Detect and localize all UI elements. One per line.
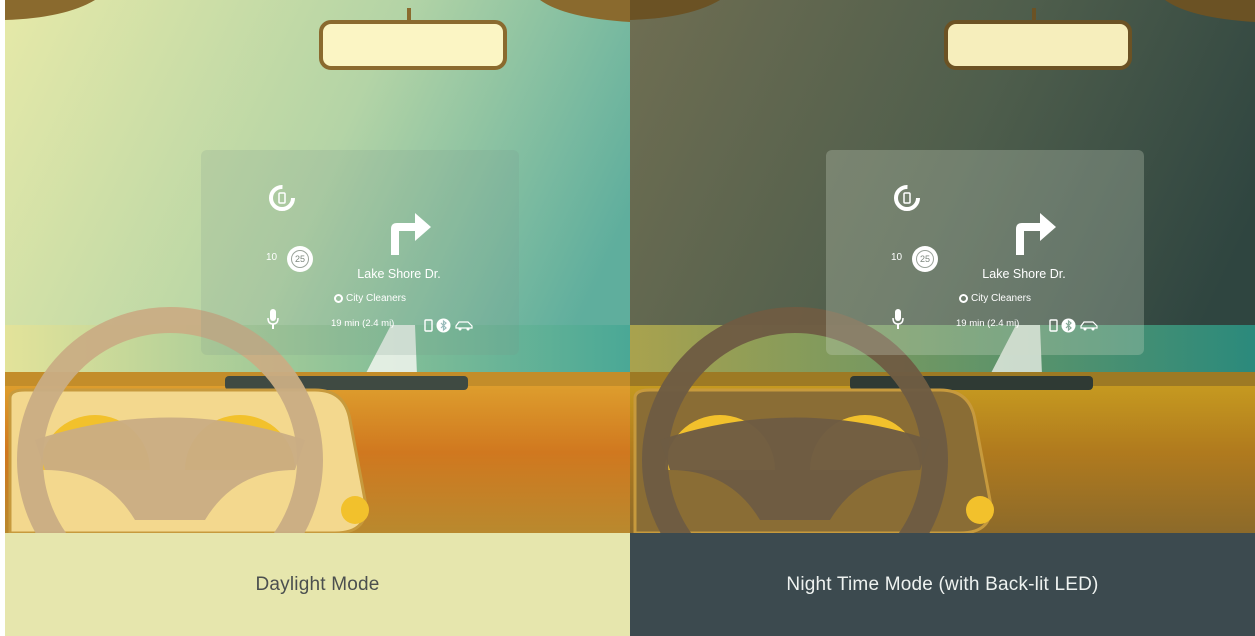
status-icons bbox=[1049, 318, 1099, 333]
night-panel: 10 25 Lake Shore Dr. City Cleaners 19 mi… bbox=[630, 0, 1255, 636]
street-name: Lake Shore Dr. bbox=[982, 267, 1066, 281]
location-pin-icon bbox=[333, 294, 343, 303]
fuel-gauge-icon bbox=[894, 185, 920, 211]
turn-right-arrow-icon bbox=[1016, 213, 1056, 255]
car-icon bbox=[1080, 321, 1098, 331]
eta-text: 19 min (2.4 mi) bbox=[956, 318, 1020, 329]
bluetooth-icon bbox=[1061, 318, 1076, 333]
current-speed: 10 bbox=[891, 252, 903, 263]
status-icons bbox=[424, 318, 474, 333]
microphone-icon bbox=[892, 309, 904, 329]
night-caption: Night Time Mode (with Back-lit LED) bbox=[630, 533, 1255, 636]
windshield-vent bbox=[225, 376, 468, 390]
hud-display: 10 25 Lake Shore Dr. City Cleaners 19 mi… bbox=[201, 150, 519, 355]
street-name: Lake Shore Dr. bbox=[357, 267, 441, 281]
windshield-vent bbox=[850, 376, 1093, 390]
phone-icon bbox=[1049, 319, 1058, 332]
current-speed: 10 bbox=[266, 252, 278, 263]
phone-icon bbox=[424, 319, 433, 332]
comparison-stage: 10 25 Lake Shore Dr. City Cleaners 19 mi… bbox=[0, 0, 1255, 636]
hud-display: 10 25 Lake Shore Dr. City Cleaners 19 mi… bbox=[826, 150, 1144, 355]
microphone-icon bbox=[267, 309, 279, 329]
turn-right-arrow-icon bbox=[391, 213, 431, 255]
destination-label: City Cleaners bbox=[345, 293, 407, 304]
destination: City Cleaners bbox=[826, 293, 1144, 304]
destination: City Cleaners bbox=[201, 293, 519, 304]
bluetooth-icon bbox=[436, 318, 451, 333]
rearview-mirror bbox=[944, 20, 1132, 70]
location-pin-icon bbox=[958, 294, 968, 303]
destination-label: City Cleaners bbox=[970, 293, 1032, 304]
car-icon bbox=[455, 321, 473, 331]
speed-limit-value: 25 bbox=[916, 250, 934, 268]
daylight-caption: Daylight Mode bbox=[5, 533, 630, 636]
eta-text: 19 min (2.4 mi) bbox=[331, 318, 395, 329]
speed-limit-value: 25 bbox=[291, 250, 309, 268]
fuel-gauge-icon bbox=[269, 185, 295, 211]
daylight-panel: 10 25 Lake Shore Dr. City Cleaners 19 mi… bbox=[5, 0, 630, 636]
rearview-mirror bbox=[319, 20, 507, 70]
